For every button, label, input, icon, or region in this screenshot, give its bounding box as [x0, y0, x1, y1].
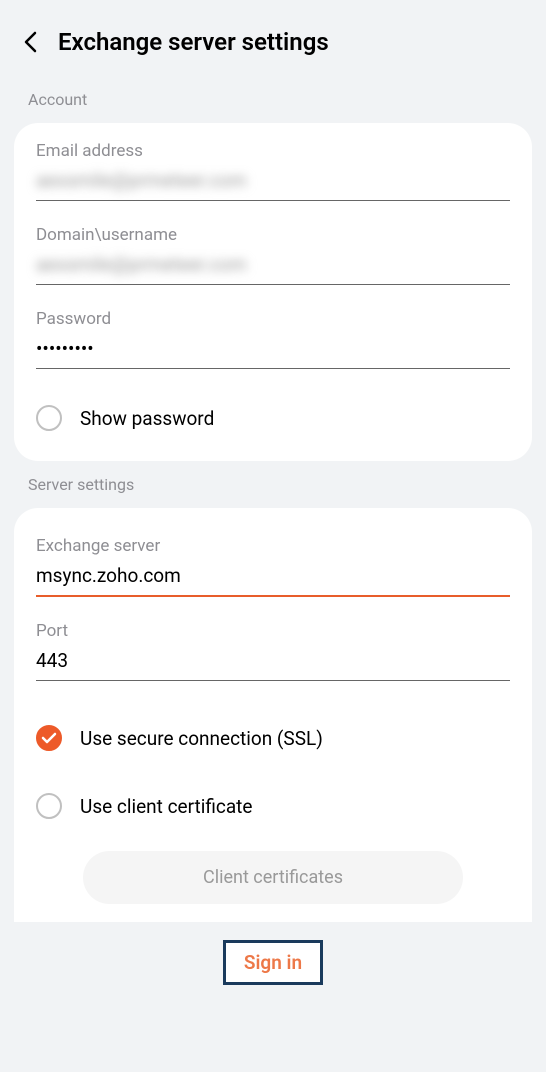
port-field[interactable] — [36, 649, 510, 681]
domain-field[interactable]: aexsmile@prmeteer.com — [36, 253, 510, 285]
email-field[interactable]: aexsmile@prmeteer.com — [36, 169, 510, 201]
server-card: Exchange server Port Use secure connecti… — [14, 508, 532, 922]
account-card: Email address aexsmile@prmeteer.com Doma… — [14, 123, 532, 461]
email-label: Email address — [36, 141, 510, 161]
show-password-label: Show password — [80, 407, 214, 430]
ssl-checkbox[interactable] — [36, 725, 62, 751]
client-cert-label: Use client certificate — [80, 795, 252, 818]
client-certificates-button[interactable]: Client certificates — [83, 851, 462, 904]
ssl-row[interactable]: Use secure connection (SSL) — [36, 713, 510, 763]
server-section-label: Server settings — [0, 461, 546, 508]
client-cert-row[interactable]: Use client certificate — [36, 781, 510, 831]
password-field[interactable]: ••••••••• — [36, 337, 510, 369]
account-section-label: Account — [0, 76, 546, 123]
show-password-checkbox[interactable] — [36, 405, 62, 431]
show-password-row[interactable]: Show password — [36, 393, 510, 443]
signin-container: Sign in — [0, 922, 546, 1003]
port-label: Port — [36, 621, 510, 641]
client-cert-checkbox[interactable] — [36, 793, 62, 819]
back-icon[interactable] — [20, 32, 40, 52]
header: Exchange server settings — [0, 0, 546, 76]
page-title: Exchange server settings — [58, 28, 329, 56]
domain-label: Domain\username — [36, 225, 510, 245]
exchange-server-label: Exchange server — [36, 536, 510, 556]
signin-button[interactable]: Sign in — [223, 940, 323, 985]
exchange-server-field[interactable] — [36, 564, 510, 597]
ssl-label: Use secure connection (SSL) — [80, 727, 323, 750]
password-label: Password — [36, 309, 510, 329]
